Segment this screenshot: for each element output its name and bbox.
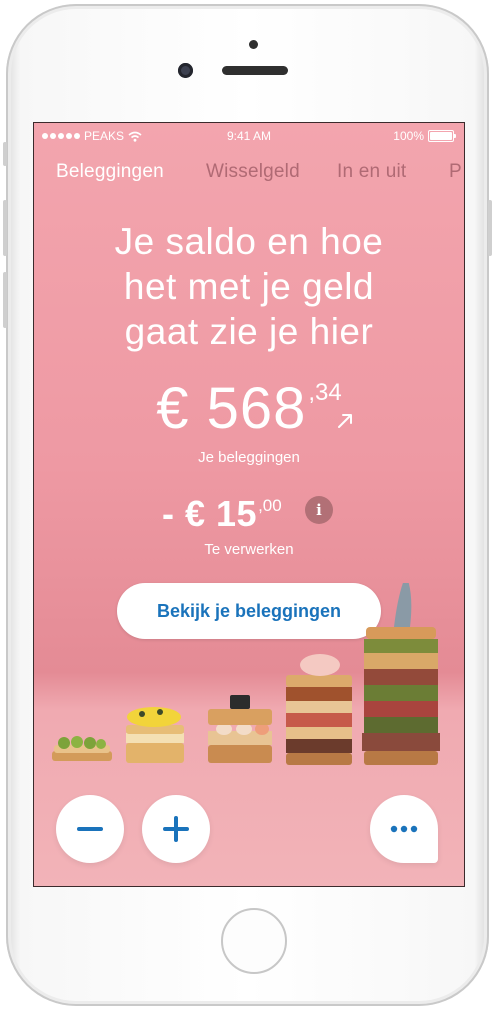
app-screen: PEAKS 9:41 AM 100% Beleggingen Wisselgel… (33, 122, 465, 887)
mute-switch (3, 142, 7, 166)
sandwich-1 (52, 736, 112, 761)
volume-down-button (3, 272, 7, 328)
tab-wisselgeld[interactable]: Wisselgeld (206, 161, 300, 183)
battery-area: 100% (393, 129, 456, 143)
more-button[interactable] (370, 795, 438, 863)
pending-main: - € 15 (162, 493, 258, 534)
sandwich-stacks-illustration (52, 583, 440, 765)
info-icon[interactable]: i (305, 496, 333, 524)
sandwich-5 (362, 583, 440, 765)
battery-percent: 100% (393, 129, 424, 143)
plus-icon (163, 816, 189, 842)
withdraw-button[interactable] (56, 795, 124, 863)
tab-next-partial[interactable]: P (449, 161, 462, 183)
earpiece-speaker (222, 66, 288, 75)
sandwich-2 (126, 707, 184, 763)
tab-in-en-uit[interactable]: In en uit (337, 161, 406, 183)
balance-label: Je beleggingen (198, 449, 300, 466)
balance-amount: € 568,34 (34, 375, 464, 442)
tab-beleggingen[interactable]: Beleggingen (56, 161, 164, 183)
home-button[interactable] (221, 908, 287, 974)
power-button (488, 200, 492, 256)
pending-amount: - € 15,00 (162, 493, 282, 535)
sandwich-3 (208, 695, 272, 763)
front-camera (178, 63, 193, 78)
headline-line-3: gaat zie je hier (124, 311, 374, 352)
headline-line-2: het met je geld (123, 266, 375, 307)
proximity-sensor (249, 40, 258, 49)
sandwich-4 (286, 654, 352, 765)
arrow-up-right-icon (338, 414, 352, 428)
tab-bar: Beleggingen Wisselgeld In en uit P (34, 161, 464, 187)
minus-icon (77, 827, 103, 831)
headline-line-1: Je saldo en hoe (114, 221, 384, 262)
volume-up-button (3, 200, 7, 256)
headline: Je saldo en hoe het met je geld gaat zie… (34, 219, 464, 354)
balance-main: € 568 (156, 376, 307, 441)
battery-icon (428, 130, 456, 142)
deposit-button[interactable] (142, 795, 210, 863)
balance-cents: ,34 (308, 379, 342, 406)
status-bar: PEAKS 9:41 AM 100% (34, 123, 464, 149)
more-dots-icon (390, 825, 418, 833)
pending-cents: ,00 (258, 496, 282, 515)
pending-label: Te verwerken (204, 541, 294, 558)
